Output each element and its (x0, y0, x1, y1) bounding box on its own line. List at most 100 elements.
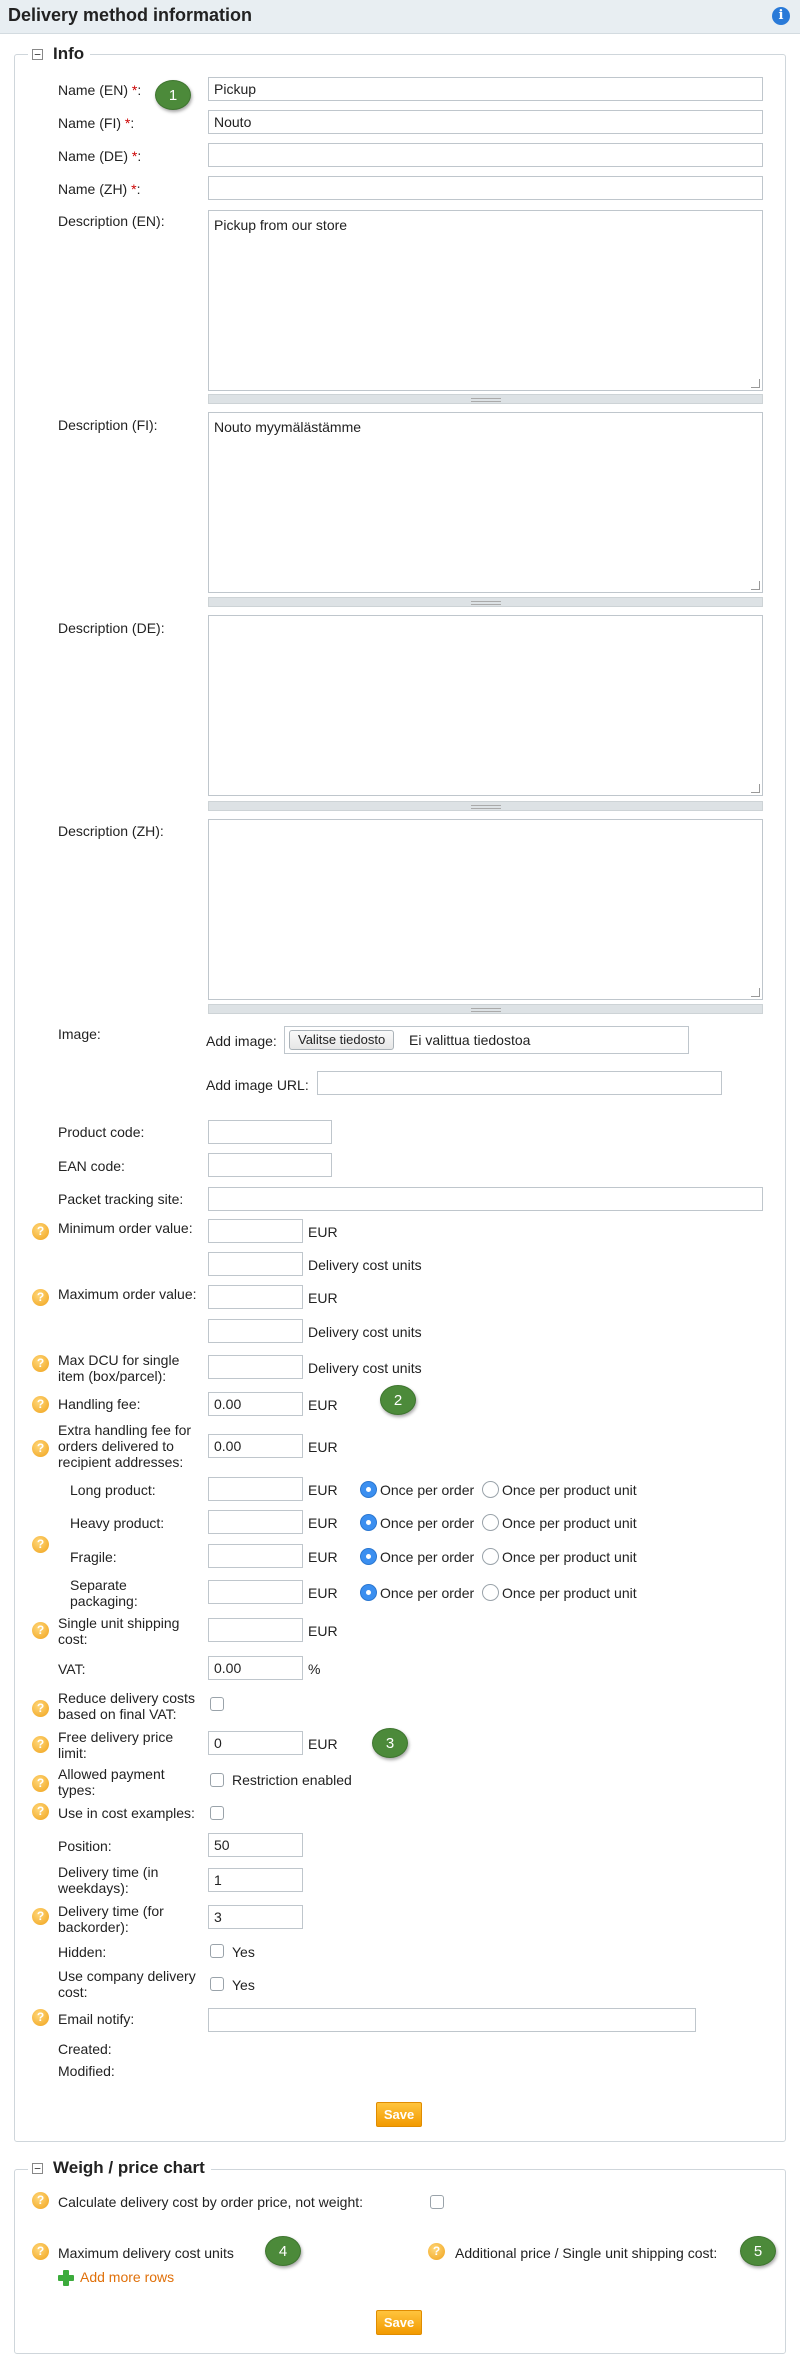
callout-badge-1: 1 (155, 80, 191, 110)
min-order-input[interactable] (208, 1219, 303, 1243)
resize-grip-icon[interactable] (751, 988, 760, 997)
email-notify-input[interactable] (208, 2008, 696, 2032)
heavy-once-per-order-label[interactable]: Once per order (380, 1515, 474, 1531)
desc-en-resize-bar[interactable] (208, 394, 763, 404)
payment-restriction-checkbox[interactable] (210, 1773, 224, 1787)
help-icon[interactable]: ? (428, 2243, 445, 2260)
vat-input[interactable]: 0.00 (208, 1656, 303, 1680)
help-icon[interactable]: ? (32, 1803, 49, 1820)
max-order-input[interactable] (208, 1285, 303, 1309)
collapse-icon[interactable]: − (32, 2162, 43, 2174)
fragile-once-per-unit-label[interactable]: Once per product unit (502, 1549, 637, 1565)
help-icon[interactable]: ? (32, 1289, 49, 1306)
max-order-dcu-input[interactable] (208, 1319, 303, 1343)
long-product-input[interactable] (208, 1477, 303, 1501)
help-icon[interactable]: ? (32, 1622, 49, 1639)
help-icon[interactable]: ? (32, 1736, 49, 1753)
payment-restriction-label[interactable]: Restriction enabled (232, 1772, 352, 1788)
help-icon[interactable]: ? (32, 2009, 49, 2026)
help-icon[interactable]: ? (32, 1908, 49, 1925)
image-file-input[interactable]: Valitse tiedosto Ei valittua tiedostoa (284, 1026, 689, 1054)
resize-grip-icon[interactable] (751, 581, 760, 590)
fragile-once-per-unit-radio[interactable] (482, 1548, 499, 1565)
desc-fi-resize-bar[interactable] (208, 597, 763, 607)
company-cost-yes-label[interactable]: Yes (232, 1977, 255, 1993)
ean-code-input[interactable] (208, 1153, 332, 1177)
company-cost-checkbox[interactable] (210, 1977, 224, 1991)
reduce-vat-checkbox[interactable] (210, 1697, 224, 1711)
help-icon[interactable]: ? (32, 2192, 49, 2209)
heavy-once-per-unit-label[interactable]: Once per product unit (502, 1515, 637, 1531)
chart-legend: − Weigh / price chart (28, 2158, 211, 2178)
desc-zh-resize-bar[interactable] (208, 1004, 763, 1014)
help-icon[interactable]: ? (32, 1440, 49, 1457)
modified-label: Modified: (58, 2063, 115, 2079)
long-once-per-unit-radio[interactable] (482, 1481, 499, 1498)
name-en-input[interactable]: Pickup (208, 77, 763, 101)
callout-badge-4: 4 (265, 2236, 301, 2266)
hidden-checkbox[interactable] (210, 1944, 224, 1958)
name-zh-input[interactable] (208, 176, 763, 200)
cost-examples-checkbox[interactable] (210, 1806, 224, 1820)
add-rows-link[interactable]: Add more rows (80, 2269, 174, 2285)
image-url-input[interactable] (317, 1071, 722, 1095)
resize-grip-icon[interactable] (751, 379, 760, 388)
help-icon[interactable]: ? (32, 2243, 49, 2260)
tracking-site-input[interactable] (208, 1187, 763, 1211)
collapse-icon[interactable]: − (32, 48, 43, 60)
resize-grip-icon[interactable] (751, 784, 760, 793)
separate-once-per-order-radio[interactable] (360, 1584, 377, 1601)
fragile-label: Fragile: (70, 1549, 117, 1565)
fragile-input[interactable] (208, 1544, 303, 1568)
help-icon[interactable]: ? (32, 1355, 49, 1372)
chart-save-button[interactable]: Save (376, 2310, 422, 2335)
name-fi-label: Name (FI) *: (58, 115, 135, 131)
help-icon[interactable]: ? (32, 1775, 49, 1792)
handling-fee-label: Handling fee: (58, 1396, 141, 1412)
heavy-product-unit: EUR (308, 1515, 338, 1531)
max-dcu-column-label: Maximum delivery cost units (58, 2245, 234, 2261)
min-order-dcu-input[interactable] (208, 1252, 303, 1276)
single-unit-input[interactable] (208, 1618, 303, 1642)
add-rows-icon[interactable] (58, 2270, 74, 2286)
max-dcu-input[interactable] (208, 1355, 303, 1379)
email-notify-label: Email notify: (58, 2011, 135, 2027)
fragile-once-per-order-radio[interactable] (360, 1548, 377, 1565)
long-once-per-unit-label[interactable]: Once per product unit (502, 1482, 637, 1498)
free-limit-input[interactable]: 0 (208, 1731, 303, 1755)
help-icon[interactable]: ? (32, 1223, 49, 1240)
handling-fee-input[interactable]: 0.00 (208, 1392, 303, 1416)
calc-by-price-checkbox[interactable] (430, 2195, 444, 2209)
save-button[interactable]: Save (376, 2102, 422, 2127)
desc-en-textarea[interactable]: Pickup from our store (208, 210, 763, 391)
help-icon[interactable]: ? (32, 1700, 49, 1717)
separate-packaging-input[interactable] (208, 1580, 303, 1604)
desc-zh-textarea[interactable] (208, 819, 763, 1000)
separate-once-per-order-label[interactable]: Once per order (380, 1585, 474, 1601)
help-icon[interactable]: ? (32, 1536, 49, 1553)
product-code-input[interactable] (208, 1120, 332, 1144)
page-title: Delivery method information (8, 5, 253, 25)
name-fi-input[interactable]: Nouto (208, 110, 763, 134)
name-de-input[interactable] (208, 143, 763, 167)
long-once-per-order-radio[interactable] (360, 1481, 377, 1498)
desc-de-textarea[interactable] (208, 615, 763, 796)
heavy-product-input[interactable] (208, 1510, 303, 1534)
hidden-yes-label[interactable]: Yes (232, 1944, 255, 1960)
delivery-time-input[interactable]: 1 (208, 1868, 303, 1892)
desc-fi-textarea[interactable]: Nouto myymälästämme (208, 412, 763, 593)
choose-file-button[interactable]: Valitse tiedosto (289, 1030, 395, 1050)
desc-de-resize-bar[interactable] (208, 801, 763, 811)
single-unit-label: Single unit shipping cost: (58, 1615, 180, 1647)
heavy-once-per-unit-radio[interactable] (482, 1514, 499, 1531)
extra-handling-input[interactable]: 0.00 (208, 1434, 303, 1458)
delivery-backorder-input[interactable]: 3 (208, 1905, 303, 1929)
position-input[interactable]: 50 (208, 1833, 303, 1857)
long-once-per-order-label[interactable]: Once per order (380, 1482, 474, 1498)
separate-once-per-unit-radio[interactable] (482, 1584, 499, 1601)
separate-once-per-unit-label[interactable]: Once per product unit (502, 1585, 637, 1601)
info-icon[interactable]: i (772, 7, 790, 25)
fragile-once-per-order-label[interactable]: Once per order (380, 1549, 474, 1565)
heavy-once-per-order-radio[interactable] (360, 1514, 377, 1531)
help-icon[interactable]: ? (32, 1396, 49, 1413)
